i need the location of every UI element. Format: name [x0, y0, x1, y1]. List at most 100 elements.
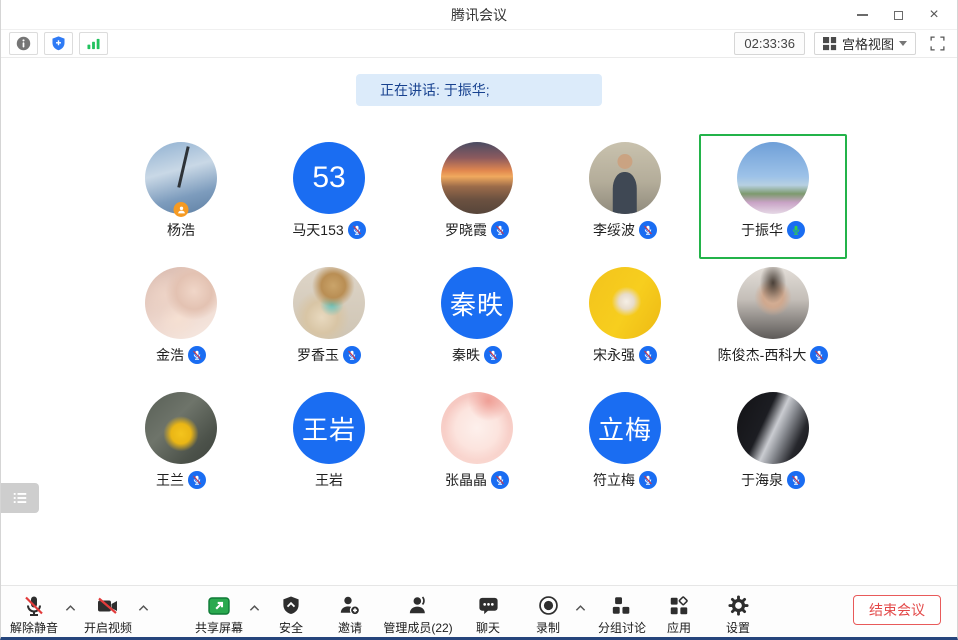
list-icon	[10, 489, 30, 507]
maximize-button[interactable]	[885, 3, 911, 27]
breakout-rooms-button[interactable]: 分组讨论	[598, 593, 646, 636]
chat-button[interactable]: 聊天	[476, 593, 500, 636]
participant-tile[interactable]: 立梅 符立梅	[551, 384, 699, 509]
fullscreen-icon	[929, 35, 946, 52]
mic-status-icon	[343, 346, 361, 364]
participant-tile[interactable]: 于海泉	[699, 384, 847, 509]
avatar-initials: 53	[312, 161, 345, 195]
mic-status-icon	[188, 471, 206, 489]
participant-name: 李绥波	[593, 220, 635, 240]
side-panel-handle[interactable]	[1, 483, 39, 513]
participant-tile[interactable]: 王岩 王岩	[255, 384, 403, 509]
meeting-info-button[interactable]	[9, 32, 38, 55]
title-bar: 腾讯会议 ×	[1, 0, 957, 30]
record-button[interactable]: 录制	[536, 593, 560, 636]
close-button[interactable]: ×	[921, 3, 947, 27]
avatar-initials: 立梅	[598, 410, 652, 447]
mic-status-icon	[188, 346, 206, 364]
grid-view-icon	[823, 37, 837, 51]
invite-button[interactable]: 邀请	[338, 593, 362, 636]
end-meeting-button[interactable]: 结束会议	[853, 595, 941, 625]
participant-tile[interactable]: 53 马天153	[255, 134, 403, 259]
participant-tile[interactable]: 李绥波	[551, 134, 699, 259]
mic-muted-icon	[22, 594, 46, 618]
share-screen-icon	[207, 594, 231, 618]
mic-status-icon	[639, 346, 657, 364]
avatar-initials: 秦昳	[450, 285, 504, 322]
network-signal-button[interactable]	[79, 32, 108, 55]
invite-person-icon	[338, 594, 362, 618]
avatar: 立梅	[589, 392, 661, 464]
chat-bubble-icon	[476, 594, 499, 617]
participant-name: 宋永强	[593, 345, 635, 365]
start-video-button[interactable]: 开启视频	[84, 593, 132, 636]
mic-status-icon	[810, 346, 828, 364]
participant-tile[interactable]: 罗晓霞	[403, 134, 551, 259]
info-icon	[15, 35, 32, 52]
participant-tile[interactable]: 秦昳 秦昳	[403, 259, 551, 384]
shield-plus-icon	[50, 35, 67, 52]
share-options-chevron[interactable]	[247, 601, 261, 615]
fullscreen-button[interactable]	[925, 32, 949, 55]
minimize-button[interactable]	[849, 3, 875, 27]
participant-name: 金浩	[156, 345, 184, 365]
manage-members-button[interactable]: 管理成员(22)	[383, 593, 452, 636]
host-badge-icon	[174, 202, 189, 217]
participant-tile[interactable]: 宋永强	[551, 259, 699, 384]
participant-tile[interactable]: 金浩	[107, 259, 255, 384]
participant-tile-active-speaker[interactable]: 于振华	[699, 134, 847, 259]
camera-off-icon	[96, 594, 120, 618]
participant-tile[interactable]: 杨浩	[107, 134, 255, 259]
avatar	[589, 267, 661, 339]
avatar: 王岩	[293, 392, 365, 464]
meeting-timer: 02:33:36	[734, 32, 805, 55]
apps-button[interactable]: 应用	[667, 593, 691, 636]
breakout-squares-icon	[611, 595, 633, 617]
video-grid-area: 正在讲话: 于振华; 杨浩 53 马天153 罗晓	[1, 58, 957, 585]
security-shield-button[interactable]	[44, 32, 73, 55]
participant-name: 罗晓霞	[445, 220, 487, 240]
avatar	[441, 392, 513, 464]
window-title: 腾讯会议	[451, 5, 507, 25]
mic-status-icon	[787, 471, 805, 489]
avatar	[737, 392, 809, 464]
record-options-chevron[interactable]	[573, 601, 587, 615]
security-shield-icon	[280, 594, 302, 617]
meeting-toolbar-top: 02:33:36 宫格视图	[1, 30, 957, 58]
avatar: 秦昳	[441, 267, 513, 339]
participant-name: 符立梅	[593, 470, 635, 490]
settings-button[interactable]: 设置	[726, 593, 750, 636]
view-mode-selector[interactable]: 宫格视图	[814, 32, 916, 55]
avatar	[737, 267, 809, 339]
signal-bars-icon	[85, 35, 102, 52]
avatar	[441, 142, 513, 214]
unmute-button[interactable]: 解除静音	[10, 593, 58, 636]
mic-status-icon	[484, 346, 502, 364]
security-button[interactable]: 安全	[279, 593, 303, 636]
app-window: 腾讯会议 × 02:33:36 宫格视图	[0, 0, 958, 640]
participant-tile[interactable]: 张晶晶	[403, 384, 551, 509]
share-screen-button[interactable]: 共享屏幕	[195, 593, 243, 636]
mic-options-chevron[interactable]	[63, 601, 77, 615]
avatar	[589, 142, 661, 214]
participant-name: 王兰	[156, 470, 184, 490]
view-mode-label: 宫格视图	[842, 34, 894, 53]
participant-name: 秦昳	[452, 345, 480, 365]
participant-tile[interactable]: 陈俊杰-西科大	[699, 259, 847, 384]
avatar	[737, 142, 809, 214]
apps-grid-icon	[668, 595, 690, 617]
participant-tile[interactable]: 王兰	[107, 384, 255, 509]
avatar	[145, 142, 217, 214]
avatar	[293, 267, 365, 339]
avatar: 53	[293, 142, 365, 214]
participant-tile[interactable]: 罗香玉	[255, 259, 403, 384]
mic-status-icon	[491, 221, 509, 239]
chevron-down-icon	[899, 41, 907, 46]
video-options-chevron[interactable]	[136, 601, 150, 615]
gear-icon	[726, 594, 749, 617]
participant-name: 马天153	[292, 220, 343, 240]
avatar-initials: 王岩	[302, 410, 356, 447]
members-icon	[406, 594, 430, 618]
meeting-toolbar-bottom: 解除静音 开启视频 共享屏幕 安全 邀请 管理成员(22) 聊天	[1, 585, 957, 637]
mic-status-icon	[348, 221, 366, 239]
